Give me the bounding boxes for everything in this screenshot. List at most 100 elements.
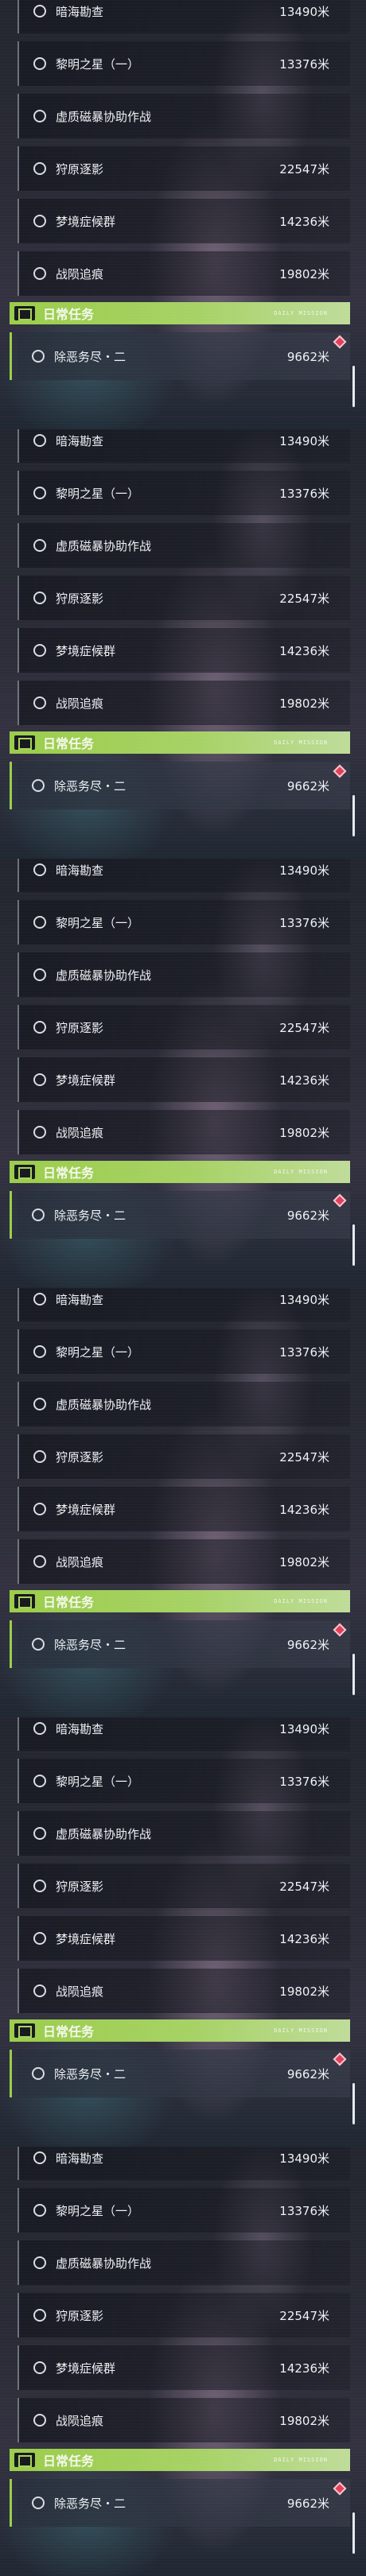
radio-circle-icon[interactable]	[33, 267, 46, 280]
radio-circle-icon[interactable]	[33, 968, 46, 981]
task-distance: 13376米	[279, 915, 329, 930]
selected-indicator	[10, 1620, 12, 1668]
task-row[interactable]: 梦境症候群 14236米	[18, 199, 350, 243]
radio-circle-icon[interactable]	[33, 1073, 46, 1086]
radio-circle-icon[interactable]	[33, 696, 46, 709]
task-row[interactable]: 战陨追痕 19802米	[18, 1110, 350, 1154]
radio-circle-icon[interactable]	[33, 1555, 46, 1568]
task-row[interactable]: 黎明之星（一） 13376米	[18, 900, 350, 945]
task-row[interactable]: 暗海勘查 13490米	[18, 1717, 350, 1751]
daily-task-row[interactable]: 除恶务尽・二 9662米	[18, 2050, 350, 2097]
daily-task-row[interactable]: 除恶务尽・二 9662米	[18, 2479, 350, 2527]
scrollbar[interactable]	[352, 1224, 355, 1266]
radio-circle-icon[interactable]	[33, 487, 46, 499]
radio-circle-icon[interactable]	[33, 863, 46, 876]
radio-circle-icon[interactable]	[33, 1398, 46, 1410]
task-row[interactable]: 战陨追痕 19802米	[18, 1539, 350, 1584]
task-row[interactable]: 虚质磁暴协助作战	[18, 2240, 350, 2285]
radio-circle-icon[interactable]	[33, 1293, 46, 1305]
radio-circle-icon[interactable]	[33, 1503, 46, 1515]
radio-circle-icon[interactable]	[33, 5, 46, 17]
task-row[interactable]: 暗海勘查 13490米	[18, 1288, 350, 1321]
task-row[interactable]: 梦境症候群 14236米	[18, 2345, 350, 2390]
task-row[interactable]: 梦境症候群 14236米	[18, 1487, 350, 1531]
radio-circle-icon[interactable]	[33, 1021, 46, 1034]
daily-task-row[interactable]: 除恶务尽・二 9662米	[18, 332, 350, 380]
radio-circle-icon[interactable]	[33, 2414, 46, 2427]
task-row[interactable]: 暗海勘查 13490米	[18, 429, 350, 463]
radio-circle-icon[interactable]	[33, 57, 46, 70]
radio-circle-icon[interactable]	[33, 2256, 46, 2269]
radio-circle-icon[interactable]	[33, 434, 46, 447]
task-row[interactable]: 黎明之星（一） 13376米	[18, 1759, 350, 1803]
task-row[interactable]: 战陨追痕 19802米	[18, 681, 350, 725]
radio-circle-icon[interactable]	[33, 162, 46, 175]
scrollbar[interactable]	[352, 1654, 355, 1695]
task-distance: 19802米	[279, 1984, 329, 1999]
radio-circle-icon[interactable]	[33, 1880, 46, 1892]
radio-circle-icon[interactable]	[33, 644, 46, 657]
daily-task-row[interactable]: 除恶务尽・二 9662米	[18, 1191, 350, 1239]
scrollbar[interactable]	[352, 2512, 355, 2554]
radio-circle-icon[interactable]	[33, 1775, 46, 1787]
task-row[interactable]: 梦境症候群 14236米	[18, 1916, 350, 1961]
task-row[interactable]: 狩原逐影 22547米	[18, 576, 350, 620]
daily-task-row[interactable]: 除恶务尽・二 9662米	[18, 762, 350, 809]
scrollbar[interactable]	[352, 2083, 355, 2124]
task-row[interactable]: 狩原逐影 22547米	[18, 2293, 350, 2337]
radio-circle-icon[interactable]	[33, 215, 46, 227]
task-row[interactable]: 黎明之星（一） 13376米	[18, 1329, 350, 1374]
radio-circle-icon[interactable]	[33, 1932, 46, 1945]
radio-circle-icon[interactable]	[33, 2204, 46, 2217]
radio-circle-icon[interactable]	[32, 2067, 45, 2080]
task-row[interactable]: 虚质磁暴协助作战	[18, 1811, 350, 1856]
radio-circle-icon[interactable]	[33, 2361, 46, 2374]
radio-circle-icon[interactable]	[33, 2309, 46, 2322]
daily-task-row[interactable]: 除恶务尽・二 9662米	[18, 1620, 350, 1668]
radio-circle-icon[interactable]	[32, 1638, 45, 1651]
task-row[interactable]: 暗海勘查 13490米	[18, 2147, 350, 2180]
radio-circle-icon[interactable]	[32, 350, 45, 363]
task-row[interactable]: 虚质磁暴协助作战	[18, 952, 350, 997]
task-distance: 14236米	[279, 2361, 329, 2376]
radio-circle-icon[interactable]	[33, 592, 46, 604]
section-title: 日常任务	[43, 307, 95, 322]
task-row[interactable]: 狩原逐影 22547米	[18, 1005, 350, 1049]
task-row[interactable]: 虚质磁暴协助作战	[18, 94, 350, 138]
radio-circle-icon[interactable]	[33, 1450, 46, 1463]
scrollbar[interactable]	[352, 366, 355, 407]
task-row[interactable]: 暗海勘查 13490米	[18, 0, 350, 33]
radio-circle-icon[interactable]	[33, 2151, 46, 2164]
radio-circle-icon[interactable]	[33, 1126, 46, 1139]
task-row[interactable]: 战陨追痕 19802米	[18, 1969, 350, 2013]
scrollbar[interactable]	[352, 795, 355, 836]
task-row[interactable]: 虚质磁暴协助作战	[18, 1382, 350, 1426]
task-row[interactable]: 黎明之星（一） 13376米	[18, 471, 350, 515]
task-row[interactable]: 狩原逐影 22547米	[18, 1864, 350, 1908]
task-row[interactable]: 暗海勘查 13490米	[18, 859, 350, 892]
task-row[interactable]: 黎明之星（一） 13376米	[18, 2188, 350, 2233]
task-row[interactable]: 黎明之星（一） 13376米	[18, 41, 350, 86]
radio-circle-icon[interactable]	[33, 1722, 46, 1735]
radio-circle-icon[interactable]	[33, 916, 46, 929]
radio-circle-icon[interactable]	[32, 2496, 45, 2509]
task-distance: 13490米	[279, 4, 329, 19]
task-row[interactable]: 梦境症候群 14236米	[18, 628, 350, 673]
radio-circle-icon[interactable]	[33, 1827, 46, 1840]
task-name: 战陨追痕	[56, 2413, 104, 2428]
radio-circle-icon[interactable]	[33, 1984, 46, 1997]
task-row[interactable]: 战陨追痕 19802米	[18, 2398, 350, 2442]
task-name: 战陨追痕	[56, 1984, 104, 1999]
task-distance: 14236米	[279, 214, 329, 229]
task-row[interactable]: 梦境症候群 14236米	[18, 1057, 350, 1102]
radio-circle-icon[interactable]	[32, 779, 45, 792]
radio-circle-icon[interactable]	[32, 1208, 45, 1221]
task-row[interactable]: 狩原逐影 22547米	[18, 146, 350, 191]
radio-circle-icon[interactable]	[33, 1345, 46, 1358]
radio-circle-icon[interactable]	[33, 539, 46, 552]
task-name: 黎明之星（一）	[56, 915, 140, 930]
task-row[interactable]: 虚质磁暴协助作战	[18, 523, 350, 568]
radio-circle-icon[interactable]	[33, 110, 46, 122]
task-row[interactable]: 战陨追痕 19802米	[18, 251, 350, 296]
task-row[interactable]: 狩原逐影 22547米	[18, 1434, 350, 1479]
